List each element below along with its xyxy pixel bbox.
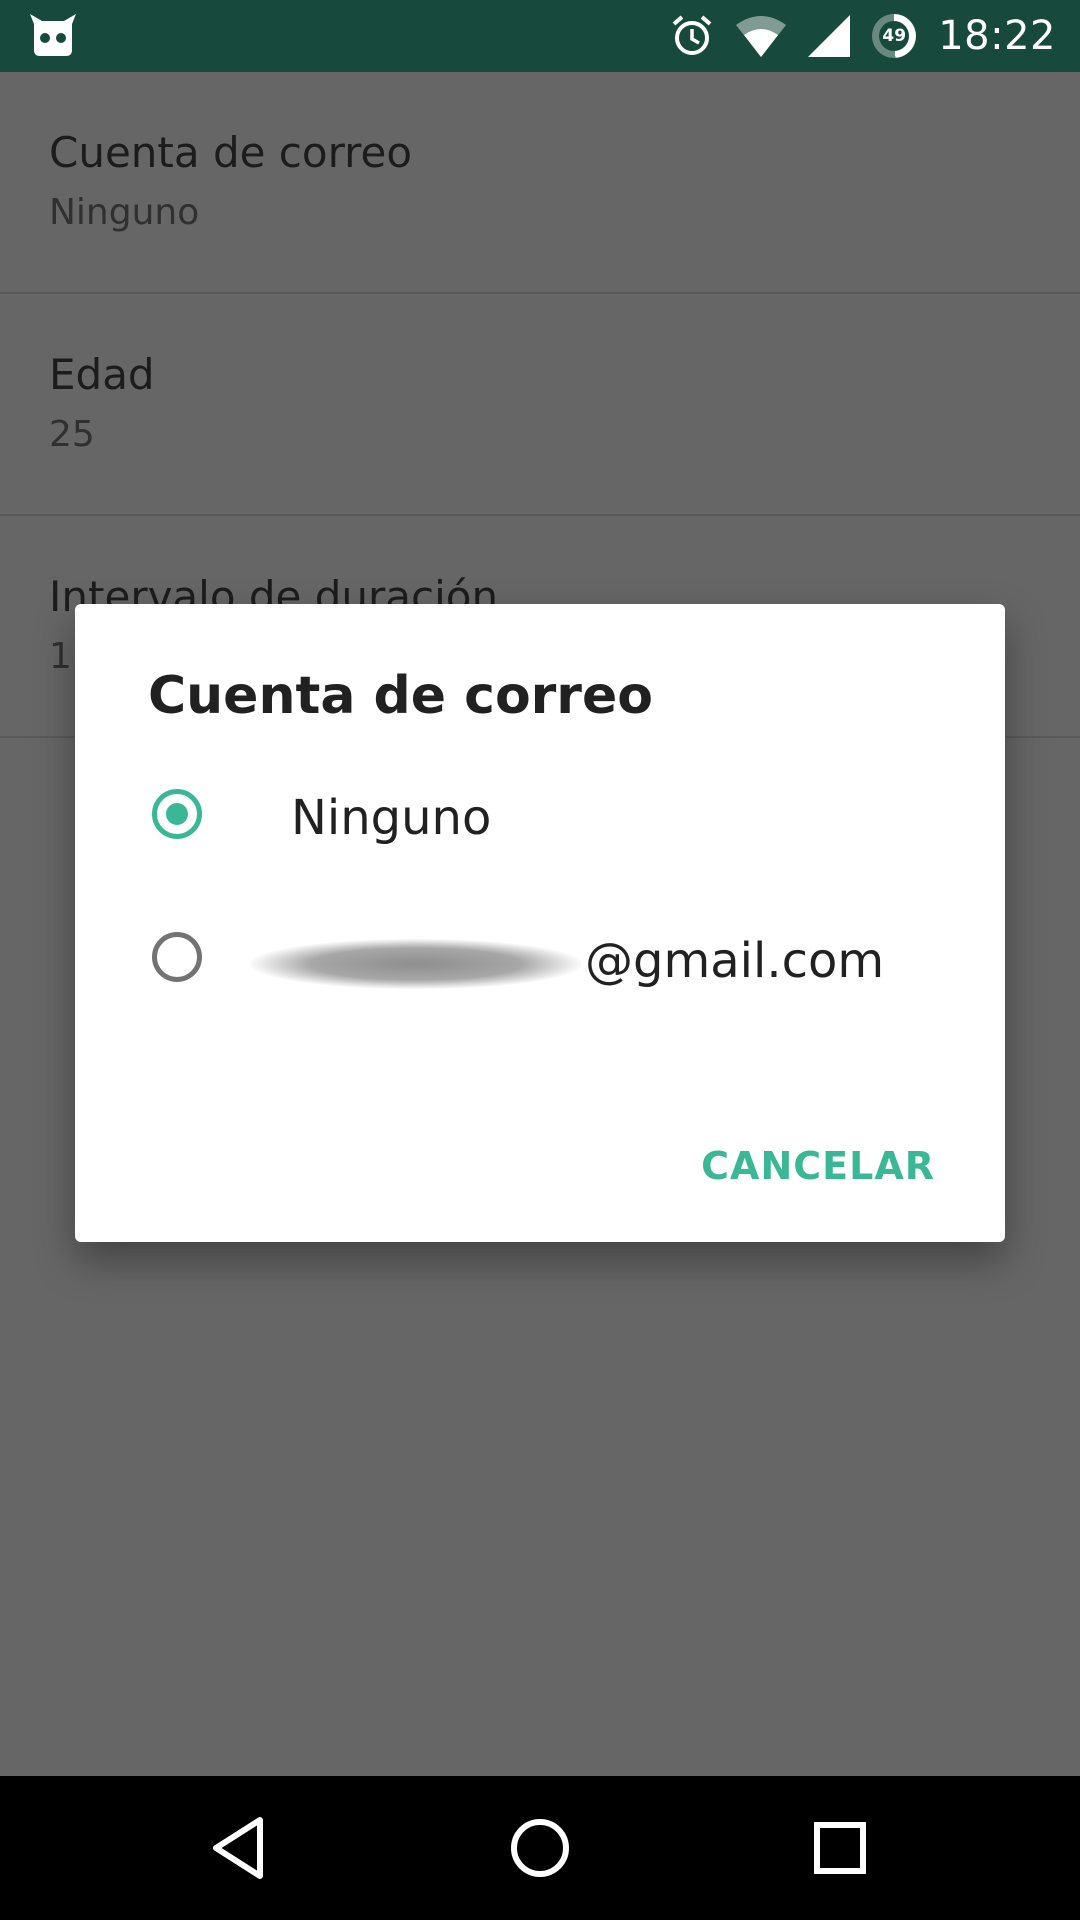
option-ninguno[interactable]: Ninguno bbox=[75, 752, 1005, 882]
preference-summary: Ninguno bbox=[49, 192, 200, 233]
preference-summary: 25 bbox=[49, 414, 95, 455]
wifi-icon bbox=[736, 16, 787, 57]
battery-level: 49 bbox=[879, 21, 910, 51]
redacted-email-prefix bbox=[251, 939, 581, 989]
home-icon[interactable] bbox=[500, 1808, 580, 1888]
alarm-icon bbox=[672, 15, 712, 55]
navigation-bar bbox=[0, 1776, 1080, 1920]
option-label: @gmail.com bbox=[585, 933, 885, 989]
cancel-button[interactable]: CANCELAR bbox=[701, 1134, 935, 1198]
option-label-container: @gmail.com bbox=[251, 933, 885, 989]
recent-apps-icon[interactable] bbox=[800, 1808, 880, 1888]
preference-title: Edad bbox=[49, 350, 155, 399]
back-icon[interactable] bbox=[202, 1808, 282, 1888]
radio-button-checked[interactable] bbox=[152, 789, 202, 839]
preference-item-email-account[interactable]: Cuenta de correo Ninguno bbox=[0, 72, 1080, 294]
cyanogenmod-icon bbox=[30, 14, 76, 56]
preference-summary: 1 bbox=[49, 636, 72, 677]
signal-icon bbox=[808, 15, 851, 57]
status-time: 18:22 bbox=[938, 13, 1056, 59]
radio-button-unchecked[interactable] bbox=[152, 932, 202, 982]
status-bar: 49 18:22 bbox=[0, 0, 1080, 72]
preference-item-age[interactable]: Edad 25 bbox=[0, 294, 1080, 516]
battery-icon: 49 bbox=[872, 14, 917, 58]
preference-title: Cuenta de correo bbox=[49, 128, 413, 177]
dialog-title: Cuenta de correo bbox=[148, 666, 653, 726]
option-label: Ninguno bbox=[291, 790, 492, 846]
option-gmail-account[interactable]: @gmail.com bbox=[75, 895, 1005, 1025]
email-account-dialog: Cuenta de correo Ninguno @gmail.com CANC… bbox=[75, 604, 1005, 1242]
status-icons: 49 18:22 bbox=[648, 0, 1056, 72]
